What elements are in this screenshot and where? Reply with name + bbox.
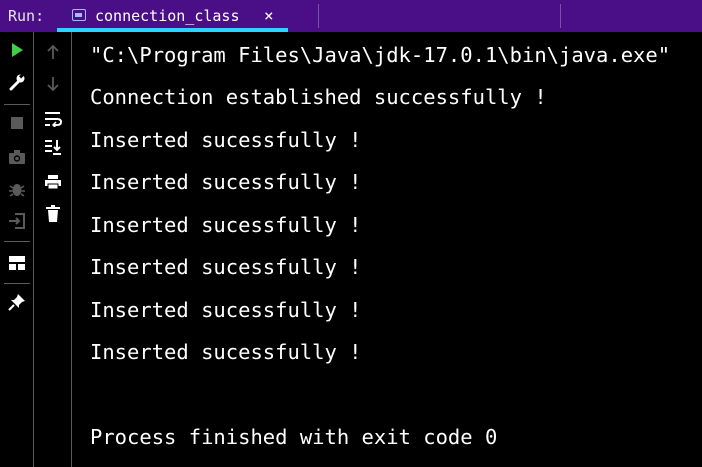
console-line: Inserted sucessfully !: [90, 340, 362, 364]
rerun-icon[interactable]: [7, 40, 27, 60]
soft-wrap-icon[interactable]: [43, 109, 63, 129]
console-line: Inserted sucessfully !: [90, 255, 362, 279]
print-icon[interactable]: [43, 172, 63, 192]
console-line-command: "C:\Program Files\Java\jdk-17.0.1\bin\ja…: [90, 43, 671, 67]
run-label: Run:: [8, 7, 45, 25]
header-divider: [318, 4, 319, 28]
run-actions-toolbar: [0, 32, 34, 467]
toolbar-separator: [4, 104, 30, 105]
toolbar-separator: [4, 283, 30, 284]
console-output[interactable]: "C:\Program Files\Java\jdk-17.0.1\bin\ja…: [90, 32, 702, 449]
tab-title: connection_class: [95, 7, 240, 25]
console-line: Inserted sucessfully !: [90, 298, 362, 322]
close-icon[interactable]: ×: [264, 6, 274, 25]
toolbar-separator: [4, 241, 30, 242]
application-window-icon: [72, 9, 86, 21]
console-line-exit-status: Process finished with exit code 0: [90, 425, 498, 449]
console-line: Connection established successfully !: [90, 85, 547, 109]
wrench-icon[interactable]: [7, 72, 27, 92]
arrow-down-icon[interactable]: [43, 74, 63, 94]
exit-icon[interactable]: [7, 211, 27, 231]
trash-icon[interactable]: [43, 204, 63, 224]
console-line: Inserted sucessfully !: [90, 170, 362, 194]
run-tool-window-header: Run: connection_class ×: [0, 0, 702, 32]
console-line: Inserted sucessfully !: [90, 213, 362, 237]
arrow-up-icon[interactable]: [43, 42, 63, 62]
tab-connection-class[interactable]: connection_class ×: [57, 0, 288, 32]
scroll-to-end-icon[interactable]: [43, 137, 63, 157]
camera-icon[interactable]: [7, 147, 27, 167]
stop-icon[interactable]: [7, 113, 27, 133]
console-toolbar: [34, 32, 72, 467]
header-divider: [560, 4, 561, 28]
pin-icon[interactable]: [7, 292, 27, 312]
debug-bug-icon[interactable]: [7, 179, 27, 199]
layout-icon[interactable]: [7, 253, 27, 273]
console-line: Inserted sucessfully !: [90, 128, 362, 152]
